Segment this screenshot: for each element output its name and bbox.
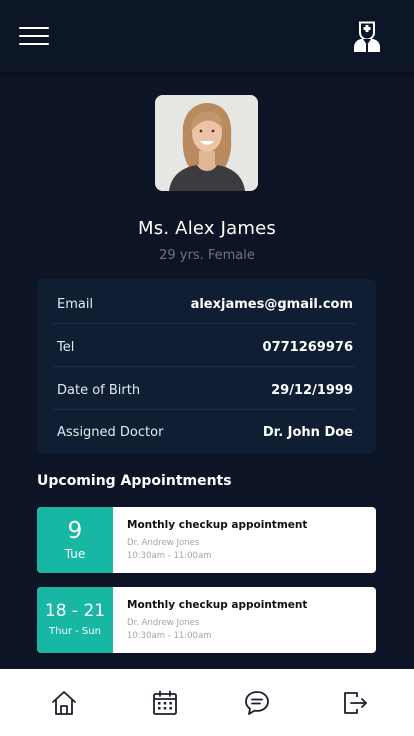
appointment-time: 10:30am - 11:00am xyxy=(127,631,212,641)
info-row-tel: Tel 0771269976 xyxy=(53,324,356,367)
info-value: 29/12/1999 xyxy=(271,383,353,398)
appointment-doctor: Dr. Andrew Jones xyxy=(127,538,200,548)
info-label: Assigned Doctor xyxy=(57,425,164,440)
bottom-navigation xyxy=(0,669,414,736)
logout-icon[interactable] xyxy=(341,689,369,717)
appointment-day: Tue xyxy=(64,547,86,561)
patient-info-card: Email alexjames@gmail.com Tel 0771269976… xyxy=(37,279,376,454)
chat-icon[interactable] xyxy=(243,689,271,717)
hamburger-line xyxy=(19,43,49,45)
info-label: Email xyxy=(57,297,94,312)
appointment-title: Monthly checkup appointment xyxy=(127,519,308,531)
appointment-date: 9 xyxy=(67,518,83,544)
hamburger-line xyxy=(19,27,49,29)
info-row-doctor: Assigned Doctor Dr. John Doe xyxy=(53,409,356,452)
hamburger-menu-icon[interactable] xyxy=(19,26,50,46)
info-value: 0771269976 xyxy=(262,340,353,355)
appointment-day: Thur - Sun xyxy=(49,626,101,637)
hamburger-line xyxy=(19,35,49,37)
appointment-date: 18 - 21 xyxy=(44,601,106,621)
top-app-bar xyxy=(0,0,414,72)
upcoming-appointments-heading: Upcoming Appointments xyxy=(37,473,232,489)
home-icon[interactable] xyxy=(50,689,78,717)
info-value: Dr. John Doe xyxy=(262,425,353,440)
appointment-time: 10:30am - 11:00am xyxy=(127,551,212,561)
calendar-icon[interactable] xyxy=(151,689,179,717)
appointment-date-badge: 18 - 21 Thur - Sun xyxy=(37,587,113,653)
appointment-doctor: Dr. Andrew Jones xyxy=(127,618,200,628)
appointment-card[interactable]: 9 Tue Monthly checkup appointment Dr. An… xyxy=(37,507,376,573)
info-row-email: Email alexjames@gmail.com xyxy=(53,281,356,324)
patient-name: Ms. Alex James xyxy=(138,218,276,239)
info-value: alexjames@gmail.com xyxy=(190,297,353,312)
appointment-date-badge: 9 Tue xyxy=(37,507,113,573)
info-row-dob: Date of Birth 29/12/1999 xyxy=(53,367,356,410)
patient-age-gender: 29 yrs. Female xyxy=(159,248,255,263)
doctor-icon[interactable] xyxy=(350,20,384,54)
info-label: Tel xyxy=(57,340,75,355)
appointment-card[interactable]: 18 - 21 Thur - Sun Monthly checkup appoi… xyxy=(37,587,376,653)
appointment-title: Monthly checkup appointment xyxy=(127,599,308,611)
info-label: Date of Birth xyxy=(57,383,141,398)
avatar xyxy=(155,95,258,191)
